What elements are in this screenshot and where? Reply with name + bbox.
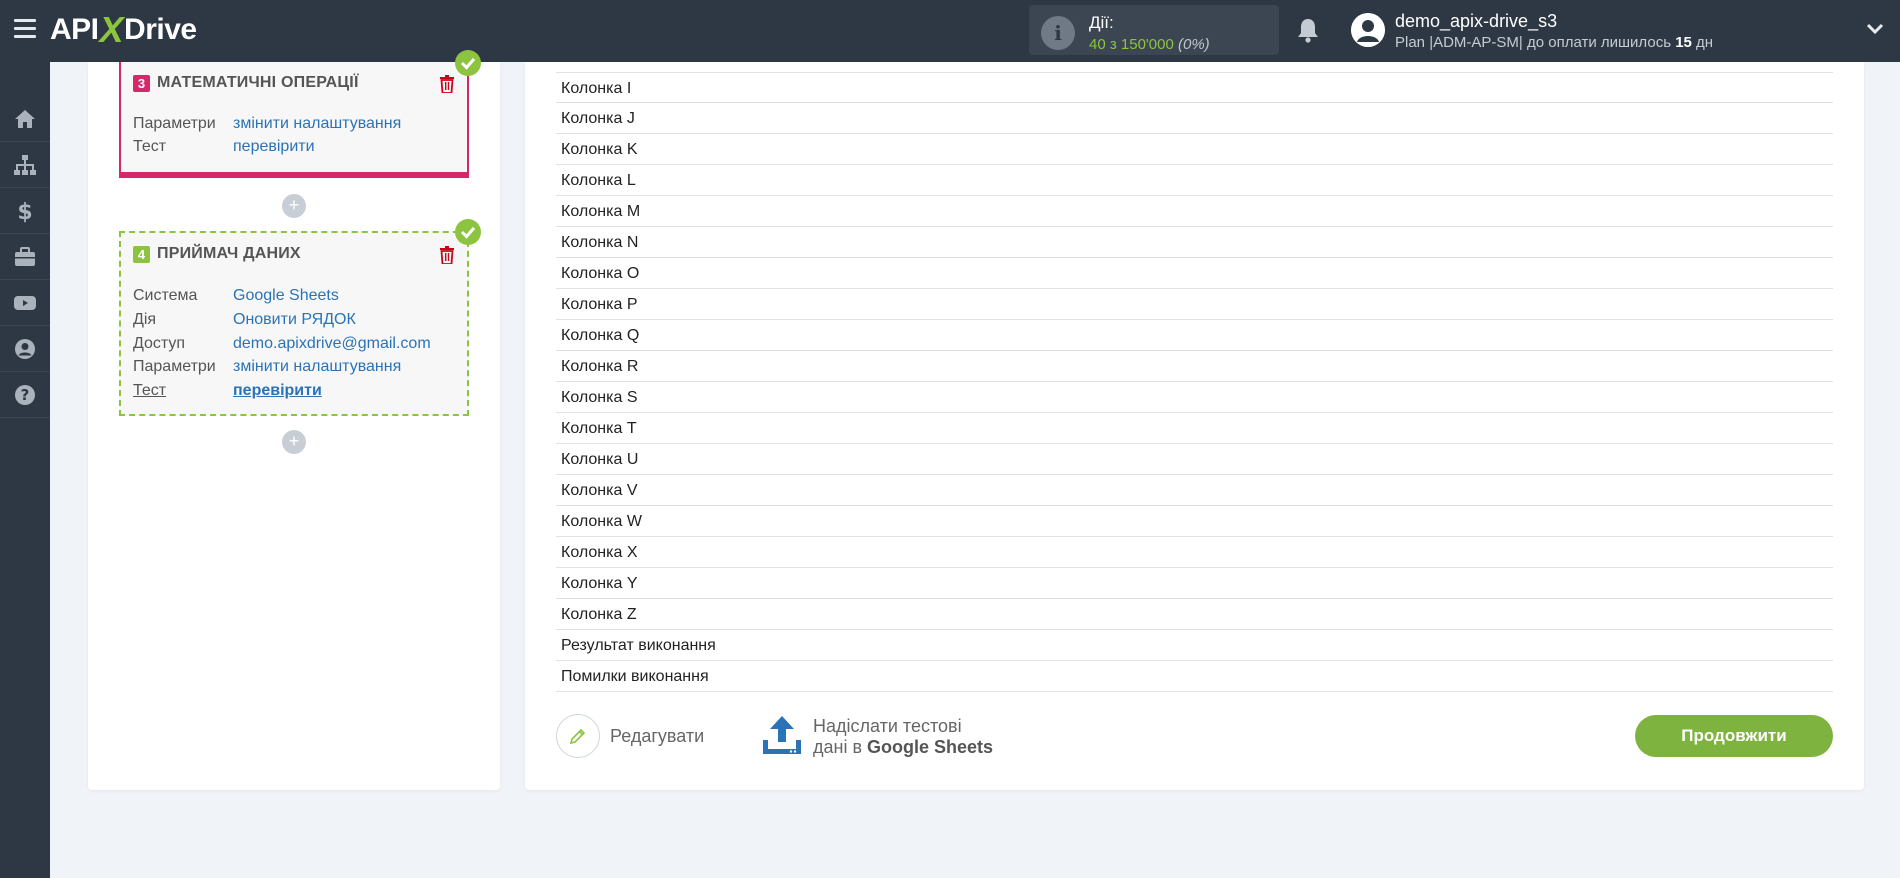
column-row: Колонка Z xyxy=(556,599,1833,630)
column-row: Колонка O xyxy=(556,258,1833,289)
column-row: Колонка U xyxy=(556,444,1833,475)
action-link[interactable]: Оновити РЯДОК xyxy=(233,311,356,329)
column-row: Колонка M xyxy=(556,196,1833,227)
bell-icon[interactable] xyxy=(1296,17,1320,43)
step-row: Доступ demo.apixdrive@gmail.com xyxy=(133,335,431,353)
step-row: Дія Оновити РЯДОК xyxy=(133,311,356,329)
sidebar-item-billing[interactable]: $ xyxy=(0,188,50,234)
column-row: Колонка T xyxy=(556,413,1833,444)
check-icon xyxy=(455,219,481,245)
access-link[interactable]: demo.apixdrive@gmail.com xyxy=(233,335,431,353)
avatar[interactable] xyxy=(1351,13,1385,47)
step-card-math[interactable]: 3 МАТЕМАТИЧНІ ОПЕРАЦІЇ Параметри змінити… xyxy=(119,62,469,178)
change-settings-link[interactable]: змінити налаштування xyxy=(233,115,401,133)
columns-panel: Колонка I Колонка J Колонка K Колонка L Коло… xyxy=(525,62,1864,790)
check-icon xyxy=(455,50,481,76)
step-header: 4 ПРИЙМАЧ ДАНИХ xyxy=(133,245,301,263)
system-link[interactable]: Google Sheets xyxy=(233,287,339,305)
column-row: Колонка I xyxy=(556,72,1833,103)
step-header: 3 МАТЕМАТИЧНІ ОПЕРАЦІЇ xyxy=(133,74,359,92)
sidebar: $ ? xyxy=(0,62,50,878)
test-link[interactable]: перевірити xyxy=(233,138,315,156)
step-row: Тест перевірити xyxy=(133,382,322,400)
step-title: МАТЕМАТИЧНІ ОПЕРАЦІЇ xyxy=(157,74,359,91)
step-row: Параметри змінити налаштування xyxy=(133,358,402,376)
change-settings-link[interactable]: змінити налаштування xyxy=(233,358,401,376)
briefcase-icon xyxy=(15,246,35,266)
user-plan: Plan |ADM-AP-SM| до оплати лишилось 15 д… xyxy=(1395,34,1714,51)
add-step-button[interactable]: + xyxy=(282,194,306,218)
column-row: Колонка J xyxy=(556,103,1833,134)
home-icon xyxy=(15,109,35,128)
step-row: Система Google Sheets xyxy=(133,287,339,305)
trash-icon[interactable] xyxy=(439,75,455,93)
sitemap-icon xyxy=(14,154,36,175)
menu-icon[interactable] xyxy=(14,19,36,39)
column-row: Колонка V xyxy=(556,475,1833,506)
actions-label: Дії: xyxy=(1089,13,1114,32)
send-test-data-button[interactable]: Надіслати тестові дані в Google Sheets xyxy=(761,714,993,758)
send-test-label: Надіслати тестові дані в Google Sheets xyxy=(813,716,994,757)
add-step-button[interactable]: + xyxy=(282,430,306,454)
svg-text:?: ? xyxy=(21,386,30,404)
user-circle-icon xyxy=(15,338,35,359)
youtube-icon xyxy=(14,295,36,310)
test-link[interactable]: перевірити xyxy=(233,382,322,400)
step-row: Тест перевірити xyxy=(133,138,315,156)
step-number-badge: 4 xyxy=(133,245,150,263)
column-row: Колонка Y xyxy=(556,568,1833,599)
steps-panel: 3 МАТЕМАТИЧНІ ОПЕРАЦІЇ Параметри змінити… xyxy=(88,50,500,790)
chevron-down-icon[interactable] xyxy=(1866,22,1884,36)
column-row: Колонка W xyxy=(556,506,1833,537)
actions-counter[interactable]: i Дії: 40 з 150'000 (0%) xyxy=(1029,5,1279,55)
info-icon: i xyxy=(1041,16,1075,50)
sidebar-item-help[interactable]: ? xyxy=(0,372,50,418)
column-row: Колонка N xyxy=(556,227,1833,258)
actions-value: 40 з 150'000 (0%) xyxy=(1089,36,1210,53)
column-row: Помилки виконання xyxy=(556,661,1833,692)
sidebar-item-projects[interactable] xyxy=(0,234,50,280)
edit-label: Редагувати xyxy=(610,725,705,746)
logo[interactable]: API X Drive xyxy=(50,9,197,50)
edit-button[interactable]: Редагувати xyxy=(556,714,704,758)
column-row: Колонка R xyxy=(556,351,1833,382)
sidebar-item-connections[interactable] xyxy=(0,142,50,188)
column-row: Колонка Q xyxy=(556,320,1833,351)
column-row: Результат виконання xyxy=(556,630,1833,661)
sidebar-item-home[interactable] xyxy=(0,96,50,142)
pencil-icon xyxy=(556,714,600,758)
step-card-receiver[interactable]: 4 ПРИЙМАЧ ДАНИХ Система Google Sheets Ді… xyxy=(119,231,469,416)
column-row: Колонка K xyxy=(556,134,1833,165)
column-row: Колонка L xyxy=(556,165,1833,196)
column-row: Колонка X xyxy=(556,537,1833,568)
sidebar-item-video[interactable] xyxy=(0,280,50,326)
trash-icon[interactable] xyxy=(439,246,455,264)
question-icon: ? xyxy=(15,384,35,405)
svg-text:$: $ xyxy=(17,200,32,223)
continue-button[interactable]: Продовжити xyxy=(1635,715,1833,757)
step-row: Параметри змінити налаштування xyxy=(133,115,402,133)
upload-icon xyxy=(763,716,801,754)
step-title: ПРИЙМАЧ ДАНИХ xyxy=(157,245,301,262)
column-row: Колонка P xyxy=(556,289,1833,320)
top-bar: API X Drive i Дії: 40 з 150'000 (0%) demo_… xyxy=(0,0,1900,62)
dollar-icon: $ xyxy=(17,200,32,223)
sidebar-item-account[interactable] xyxy=(0,326,50,372)
column-row: Колонка S xyxy=(556,382,1833,413)
step-number-badge: 3 xyxy=(133,74,150,92)
user-name[interactable]: demo_apix-drive_s3 xyxy=(1395,11,1557,32)
